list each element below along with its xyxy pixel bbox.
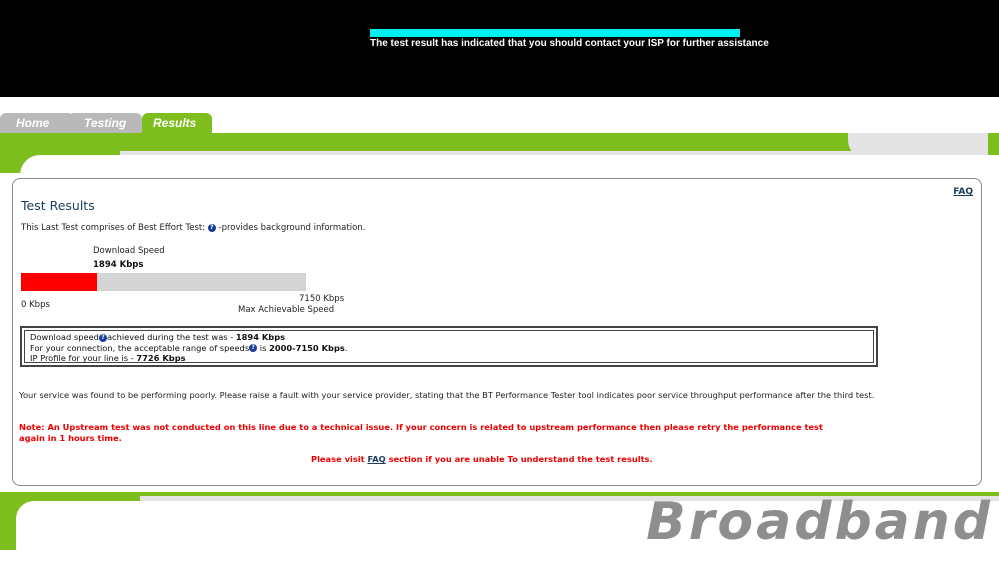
intro-text: This Last Test comprises of Best Effort … [21, 223, 365, 233]
help-icon[interactable]: ? [207, 223, 216, 232]
summary-line1-value: 1894 Kbps [235, 332, 286, 342]
summary-line2-end: . [344, 342, 348, 353]
intro-text-after: -provides background information. [218, 223, 366, 233]
speed-max-value: 7150 Kbps [299, 294, 345, 304]
help-icon[interactable]: ? [249, 344, 258, 352]
speed-bar-fill [21, 273, 97, 291]
speed-summary: Download speed? achieved during the test … [24, 330, 874, 363]
faq-visit-message: Please visit FAQ section if you are unab… [311, 454, 653, 464]
top-banner: The test result has indicated that you s… [0, 0, 999, 97]
summary-line1-pre: Download speed [30, 332, 99, 342]
faq-link-bottom[interactable]: FAQ [368, 454, 386, 464]
banner-message: The test result has indicated that you s… [370, 38, 769, 49]
summary-line1-mid: achieved during the test was - [106, 332, 236, 342]
nav-tabs: Home Testing Results [0, 113, 999, 133]
summary-line-range: For your connection, the acceptable rang… [30, 343, 868, 354]
summary-line3-value: 7726 Kbps [136, 353, 186, 363]
broadband-logo: Broadband [646, 492, 993, 552]
speed-min-label: 0 Kbps [21, 300, 50, 310]
summary-line2-pre: For your connection, the acceptable rang… [30, 342, 250, 353]
header-decoration [0, 133, 999, 195]
help-icon[interactable]: ? [98, 333, 107, 342]
visit-text-pre: Please visit [311, 454, 368, 464]
speed-bar [21, 273, 306, 291]
summary-line2-value: 2000-7150 Kbps [269, 342, 345, 353]
faq-link-top[interactable]: FAQ [953, 187, 973, 197]
tab-testing[interactable]: Testing [68, 113, 142, 133]
download-speed-label: Download Speed [93, 246, 165, 256]
summary-line-download: Download speed? achieved during the test … [30, 332, 868, 343]
summary-line3-pre: IP Profile for your line is - [30, 353, 137, 363]
performance-message: Your service was found to be performing … [19, 390, 875, 400]
tab-results[interactable]: Results [142, 113, 212, 133]
results-panel: FAQ Test Results This Last Test comprise… [12, 178, 982, 486]
speed-max-label: Max Achievable Speed [238, 305, 335, 315]
tab-home[interactable]: Home [0, 113, 74, 133]
visit-text-post: section if you are unable To understand … [385, 454, 653, 464]
summary-line-ip-profile: IP Profile for your line is - 7726 Kbps [30, 353, 868, 364]
upstream-note: Note: An Upstream test was not conducted… [19, 422, 823, 443]
page-title: Test Results [21, 198, 95, 213]
intro-text-before: This Last Test comprises of Best Effort … [21, 223, 206, 233]
summary-line2-mid: is [257, 342, 270, 353]
speed-summary-box: Download speed? achieved during the test … [20, 326, 878, 367]
download-speed-value: 1894 Kbps [93, 260, 144, 270]
status-indicator-bar [370, 29, 740, 37]
